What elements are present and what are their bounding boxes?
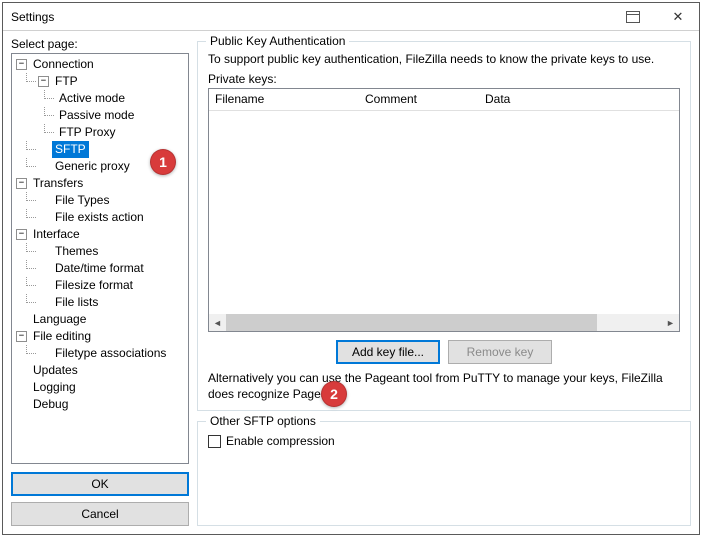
settings-window: Settings ✕ Select page: −Connection −FTP…: [2, 2, 700, 535]
scroll-track[interactable]: [226, 314, 662, 331]
window-title: Settings: [11, 10, 615, 24]
key-actions: Add key file... Remove key: [208, 340, 680, 364]
close-icon: ✕: [673, 9, 684, 25]
other-sftp-group: Other SFTP options Enable compression: [197, 421, 691, 526]
tree-item-filelists[interactable]: File lists: [12, 294, 188, 311]
tree-item-ftp[interactable]: −FTP: [12, 73, 188, 90]
page-tree[interactable]: −Connection −FTP Active mode Passive mod…: [11, 53, 189, 464]
ok-button[interactable]: OK: [11, 472, 189, 496]
tree-item-file-types[interactable]: File Types: [12, 192, 188, 209]
tree-item-interface[interactable]: −Interface: [12, 226, 188, 243]
callout-1: 1: [150, 149, 176, 175]
select-page-label: Select page:: [11, 37, 189, 51]
private-keys-list[interactable]: Filename Comment Data ◄ ►: [208, 88, 680, 332]
enable-compression-row[interactable]: Enable compression: [208, 434, 680, 448]
list-body[interactable]: [209, 111, 679, 314]
group-description: To support public key authentication, Fi…: [208, 52, 680, 66]
restore-icon: [626, 11, 640, 23]
group-title: Public Key Authentication: [206, 34, 349, 48]
tree-item-datetime[interactable]: Date/time format: [12, 260, 188, 277]
tree-item-passive-mode[interactable]: Passive mode: [12, 107, 188, 124]
column-filename[interactable]: Filename: [209, 89, 359, 110]
public-key-group: Public Key Authentication To support pub…: [197, 41, 691, 411]
list-header: Filename Comment Data: [209, 89, 679, 111]
tree-item-transfers[interactable]: −Transfers: [12, 175, 188, 192]
tree-item-debug[interactable]: Debug: [12, 396, 188, 413]
remove-key-button: Remove key: [448, 340, 552, 364]
alt-text: Alternatively you can use the Pageant to…: [208, 370, 680, 402]
scroll-thumb[interactable]: [226, 314, 597, 331]
collapse-icon[interactable]: −: [16, 59, 27, 70]
group-title: Other SFTP options: [206, 414, 320, 428]
collapse-icon[interactable]: −: [16, 331, 27, 342]
tree-item-connection[interactable]: −Connection: [12, 56, 188, 73]
restore-button[interactable]: [615, 3, 657, 31]
tree-item-file-exists[interactable]: File exists action: [12, 209, 188, 226]
titlebar: Settings ✕: [3, 3, 699, 31]
tree-item-language[interactable]: Language: [12, 311, 188, 328]
tree-item-active-mode[interactable]: Active mode: [12, 90, 188, 107]
tree-item-file-editing[interactable]: −File editing: [12, 328, 188, 345]
dialog-body: Select page: −Connection −FTP Active mod…: [3, 31, 699, 534]
tree-item-filetype-assoc[interactable]: Filetype associations: [12, 345, 188, 362]
right-panel: Public Key Authentication To support pub…: [197, 37, 691, 526]
left-panel: Select page: −Connection −FTP Active mod…: [11, 37, 189, 526]
callout-2: 2: [321, 381, 347, 407]
cancel-button[interactable]: Cancel: [11, 502, 189, 526]
add-key-button[interactable]: Add key file...: [336, 340, 440, 364]
column-comment[interactable]: Comment: [359, 89, 479, 110]
column-data[interactable]: Data: [479, 89, 679, 110]
scroll-right-icon[interactable]: ►: [662, 314, 679, 331]
horizontal-scrollbar[interactable]: ◄ ►: [209, 314, 679, 331]
private-keys-label: Private keys:: [208, 72, 680, 86]
tree-item-logging[interactable]: Logging: [12, 379, 188, 396]
collapse-icon[interactable]: −: [16, 229, 27, 240]
dialog-buttons: OK Cancel: [11, 472, 189, 526]
tree-item-ftp-proxy[interactable]: FTP Proxy: [12, 124, 188, 141]
scroll-left-icon[interactable]: ◄: [209, 314, 226, 331]
tree-item-updates[interactable]: Updates: [12, 362, 188, 379]
tree-item-filesize[interactable]: Filesize format: [12, 277, 188, 294]
enable-compression-label: Enable compression: [226, 434, 335, 448]
collapse-icon[interactable]: −: [16, 178, 27, 189]
enable-compression-checkbox[interactable]: [208, 435, 221, 448]
tree-item-themes[interactable]: Themes: [12, 243, 188, 260]
close-button[interactable]: ✕: [657, 3, 699, 31]
collapse-icon[interactable]: −: [38, 76, 49, 87]
